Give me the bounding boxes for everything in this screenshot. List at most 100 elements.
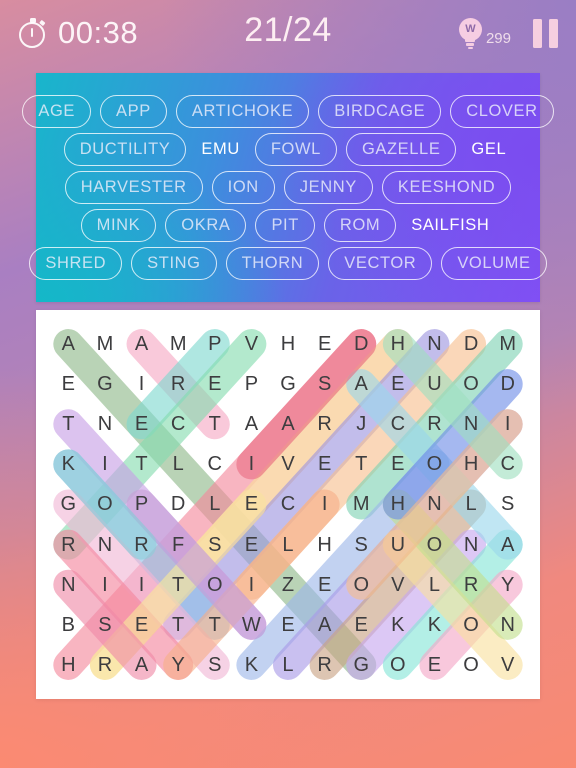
grid-cell[interactable]: N (453, 404, 490, 444)
grid-cell[interactable]: L (160, 444, 197, 484)
grid-cell[interactable]: G (87, 364, 124, 404)
grid-cell[interactable]: I (123, 364, 160, 404)
grid-cell[interactable]: T (160, 565, 197, 605)
grid-cell[interactable]: R (123, 525, 160, 565)
grid-cell[interactable]: C (270, 484, 307, 524)
grid-cell[interactable]: T (123, 444, 160, 484)
grid-cell[interactable]: N (416, 324, 453, 364)
grid-cell[interactable]: N (489, 605, 526, 645)
grid-cell[interactable]: T (160, 605, 197, 645)
grid-cell[interactable]: H (453, 444, 490, 484)
grid-cell[interactable]: E (380, 364, 417, 404)
grid-cell[interactable]: T (343, 444, 380, 484)
grid-cell[interactable]: U (380, 525, 417, 565)
grid-cell[interactable]: A (50, 324, 87, 364)
grid-cell[interactable]: E (233, 525, 270, 565)
grid-cell[interactable]: T (196, 404, 233, 444)
grid-cell[interactable]: C (196, 444, 233, 484)
grid-cell[interactable]: E (380, 444, 417, 484)
grid-cell[interactable]: S (196, 525, 233, 565)
grid-cell[interactable]: B (50, 605, 87, 645)
word-search-grid-panel[interactable]: AMAMPVHEDHNDMEGIREPGSAEUODTNECTAARJCRNIK… (36, 310, 540, 699)
grid-cell[interactable]: H (380, 484, 417, 524)
grid-cell[interactable]: D (453, 324, 490, 364)
grid-cell[interactable]: O (453, 645, 490, 685)
grid-cell[interactable]: C (489, 444, 526, 484)
grid-cell[interactable]: O (343, 565, 380, 605)
letter-grid[interactable]: AMAMPVHEDHNDMEGIREPGSAEUODTNECTAARJCRNIK… (36, 310, 540, 699)
grid-cell[interactable]: E (123, 605, 160, 645)
grid-cell[interactable]: G (343, 645, 380, 685)
grid-cell[interactable]: I (87, 444, 124, 484)
grid-cell[interactable]: E (306, 444, 343, 484)
grid-cell[interactable]: O (87, 484, 124, 524)
grid-cell[interactable]: S (196, 645, 233, 685)
grid-cell[interactable]: I (233, 565, 270, 605)
grid-cell[interactable]: S (343, 525, 380, 565)
grid-cell[interactable]: C (380, 404, 417, 444)
grid-cell[interactable]: D (343, 324, 380, 364)
grid-cell[interactable]: K (50, 444, 87, 484)
grid-cell[interactable]: I (306, 484, 343, 524)
grid-cell[interactable]: O (453, 364, 490, 404)
grid-cell[interactable]: G (50, 484, 87, 524)
grid-cell[interactable]: O (380, 645, 417, 685)
grid-cell[interactable]: Y (160, 645, 197, 685)
grid-cell[interactable]: A (123, 324, 160, 364)
grid-cell[interactable]: S (306, 364, 343, 404)
grid-cell[interactable]: Z (270, 565, 307, 605)
grid-cell[interactable]: E (416, 645, 453, 685)
grid-cell[interactable]: P (123, 484, 160, 524)
grid-cell[interactable]: R (50, 525, 87, 565)
grid-cell[interactable]: I (123, 565, 160, 605)
grid-cell[interactable]: I (489, 404, 526, 444)
grid-cell[interactable]: M (489, 324, 526, 364)
grid-cell[interactable]: R (306, 404, 343, 444)
grid-cell[interactable]: P (233, 364, 270, 404)
grid-cell[interactable]: S (87, 605, 124, 645)
grid-cell[interactable]: A (306, 605, 343, 645)
grid-cell[interactable]: E (123, 404, 160, 444)
grid-cell[interactable]: I (87, 565, 124, 605)
grid-cell[interactable]: N (453, 525, 490, 565)
grid-cell[interactable]: L (270, 645, 307, 685)
grid-cell[interactable]: E (343, 605, 380, 645)
grid-cell[interactable]: F (160, 525, 197, 565)
grid-cell[interactable]: D (489, 364, 526, 404)
grid-cell[interactable]: R (453, 565, 490, 605)
grid-cell[interactable]: A (233, 404, 270, 444)
grid-cell[interactable]: W (233, 605, 270, 645)
grid-cell[interactable]: D (160, 484, 197, 524)
grid-cell[interactable]: R (416, 404, 453, 444)
grid-cell[interactable]: O (196, 565, 233, 605)
grid-cell[interactable]: H (270, 324, 307, 364)
grid-cell[interactable]: N (87, 404, 124, 444)
grid-cell[interactable]: E (306, 324, 343, 364)
grid-cell[interactable]: V (270, 444, 307, 484)
grid-cell[interactable]: L (196, 484, 233, 524)
grid-cell[interactable]: N (416, 484, 453, 524)
grid-cell[interactable]: A (343, 364, 380, 404)
grid-cell[interactable]: R (160, 364, 197, 404)
grid-cell[interactable]: O (416, 444, 453, 484)
grid-cell[interactable]: Y (489, 565, 526, 605)
grid-cell[interactable]: G (270, 364, 307, 404)
grid-cell[interactable]: N (87, 525, 124, 565)
grid-cell[interactable]: S (489, 484, 526, 524)
grid-cell[interactable]: V (489, 645, 526, 685)
grid-cell[interactable]: L (270, 525, 307, 565)
grid-cell[interactable]: K (380, 605, 417, 645)
grid-cell[interactable]: E (233, 484, 270, 524)
grid-cell[interactable]: A (489, 525, 526, 565)
grid-cell[interactable]: C (160, 404, 197, 444)
grid-cell[interactable]: K (233, 645, 270, 685)
grid-cell[interactable]: M (160, 324, 197, 364)
grid-cell[interactable]: E (306, 565, 343, 605)
grid-cell[interactable]: R (306, 645, 343, 685)
grid-cell[interactable]: H (50, 645, 87, 685)
grid-cell[interactable]: K (416, 605, 453, 645)
grid-cell[interactable]: M (343, 484, 380, 524)
grid-cell[interactable]: L (453, 484, 490, 524)
grid-cell[interactable]: I (233, 444, 270, 484)
grid-cell[interactable]: V (380, 565, 417, 605)
